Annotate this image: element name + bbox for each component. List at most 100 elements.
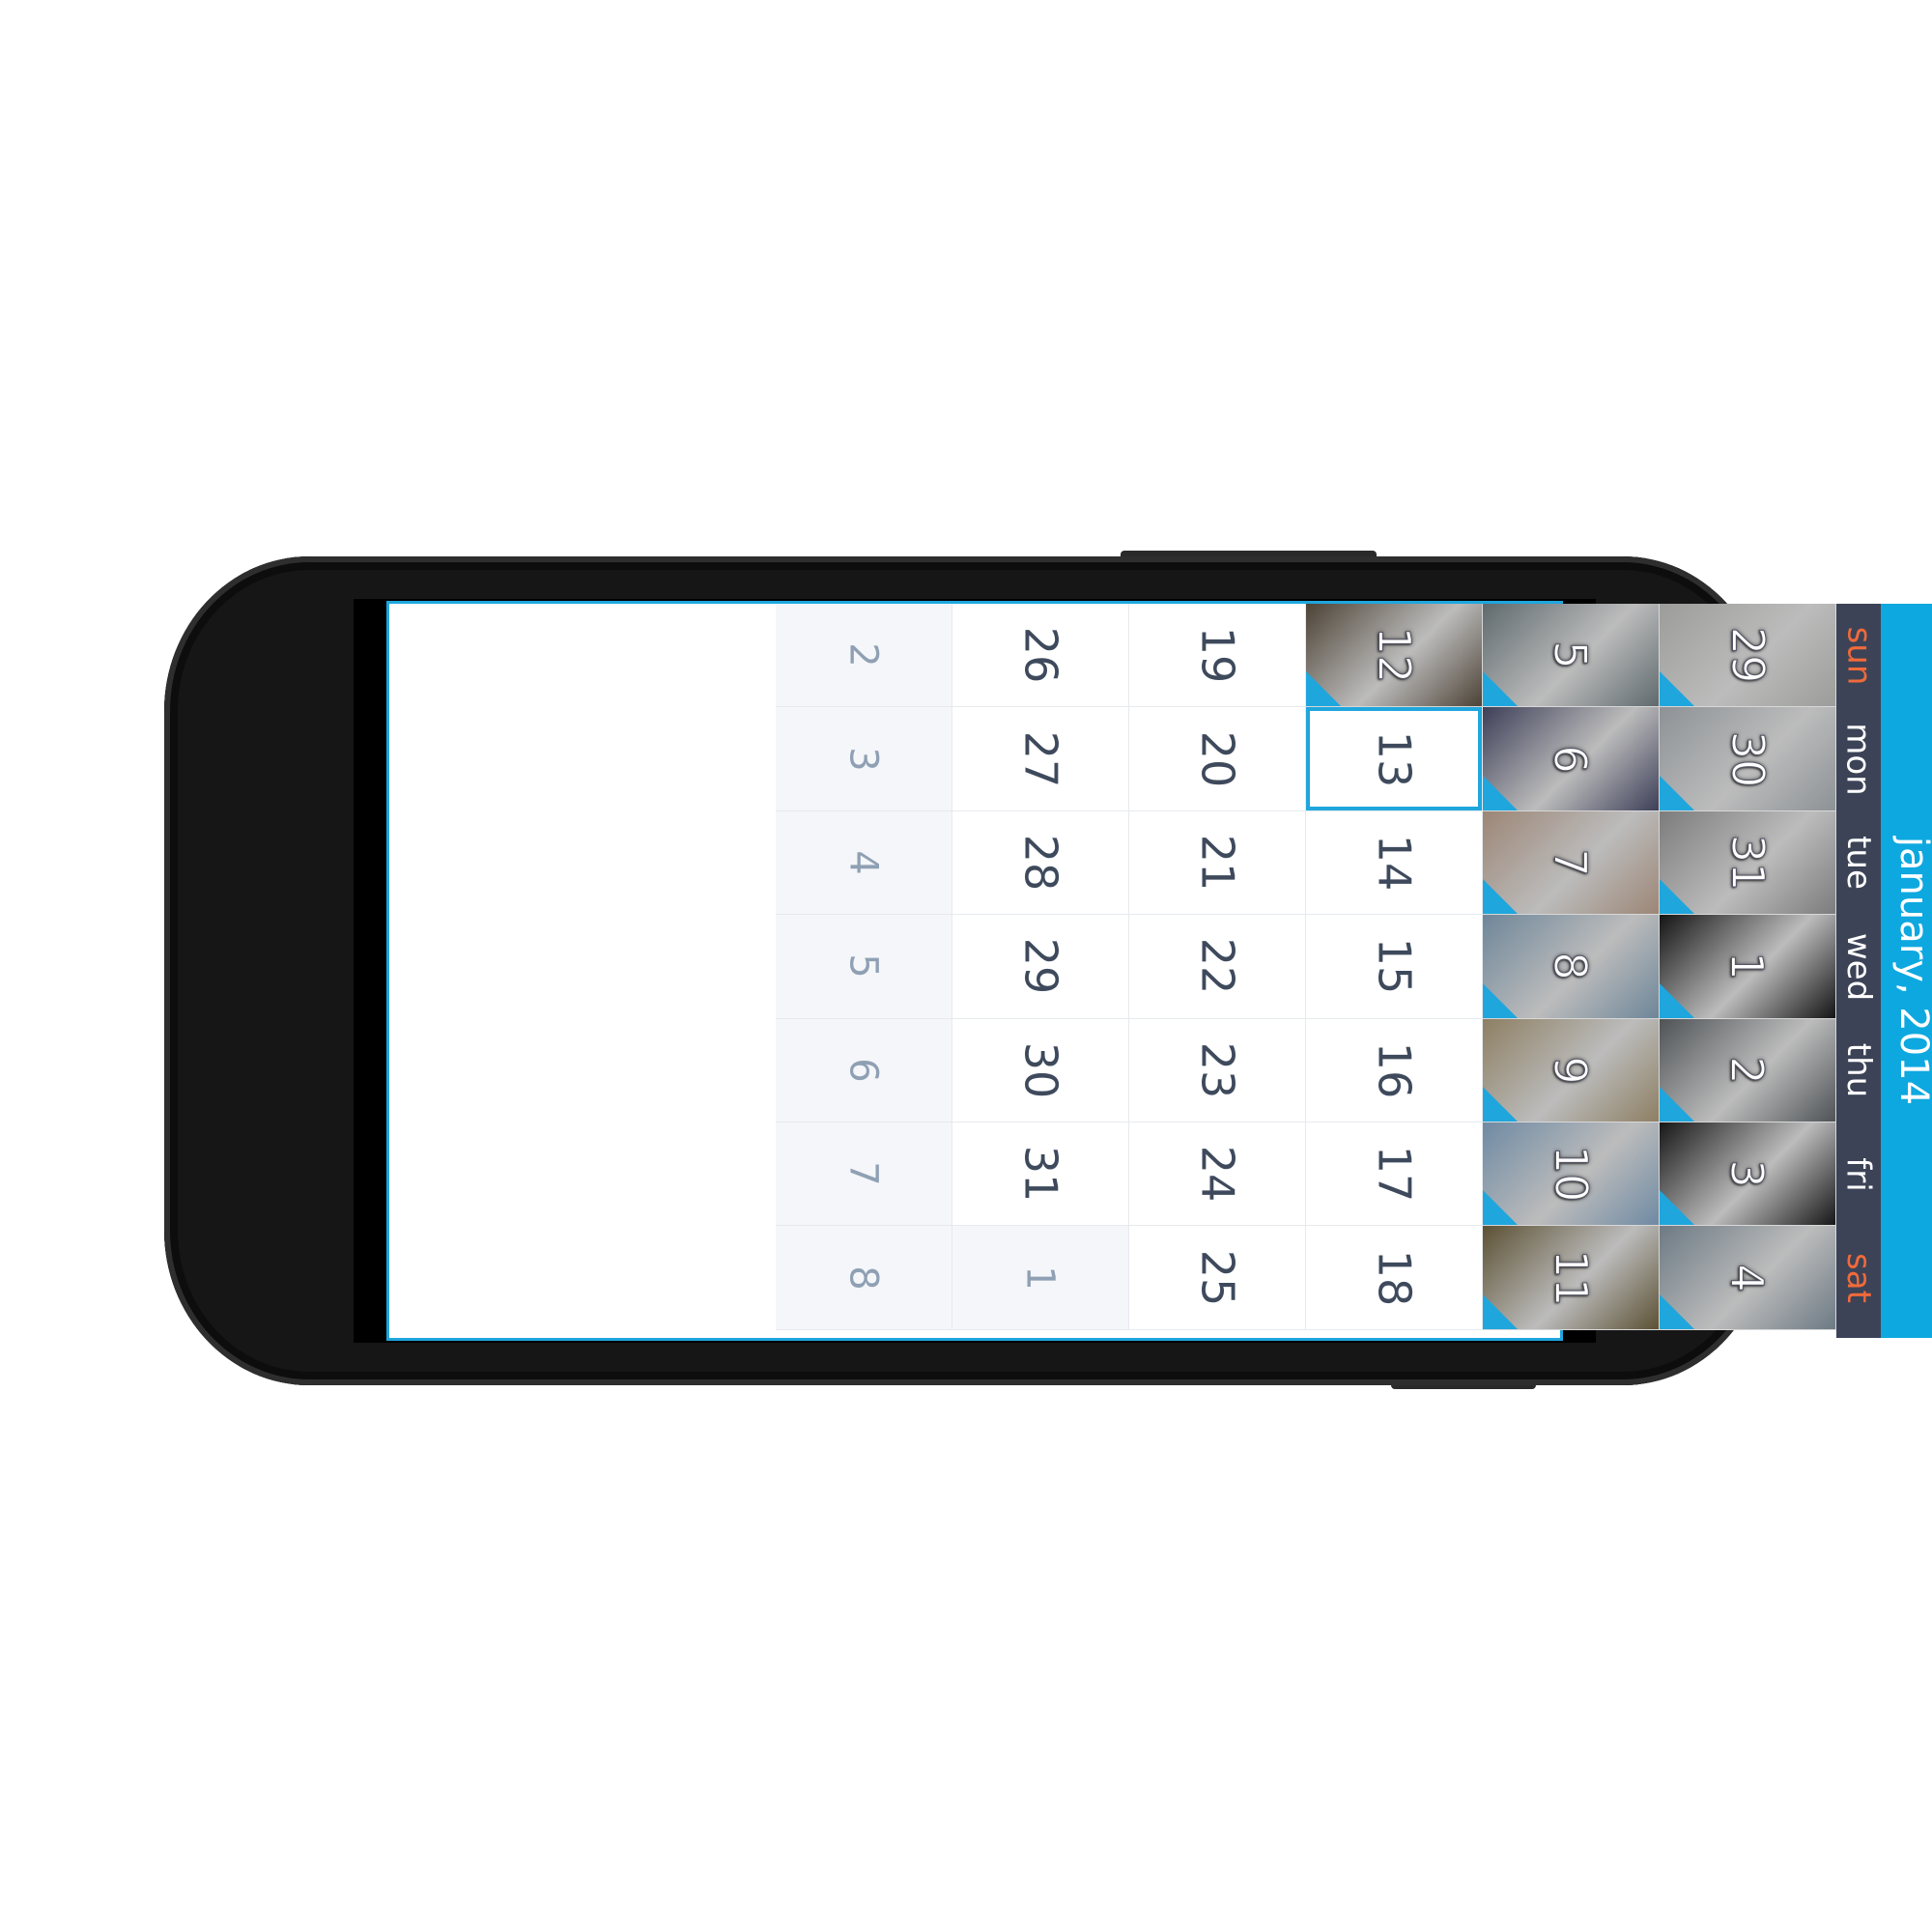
day-number: 7	[840, 1161, 886, 1186]
day-number: 31	[1013, 1145, 1066, 1203]
day-number: 5	[840, 953, 886, 980]
photo-corner-indicator	[1660, 879, 1694, 915]
day-number: 30	[1720, 730, 1774, 788]
day-number: 2	[1721, 1056, 1775, 1085]
other-month-day-cell[interactable]: 1	[952, 1226, 1129, 1330]
photo-corner-indicator	[1660, 1293, 1694, 1329]
photo-day-cell[interactable]: 11	[1483, 1226, 1660, 1330]
day-cell[interactable]: 31	[952, 1122, 1129, 1227]
day-number: 10	[1544, 1145, 1597, 1203]
other-month-day-cell[interactable]: 4	[776, 810, 952, 916]
photo-corner-indicator	[1483, 1086, 1518, 1122]
photo-corner-indicator	[1660, 1190, 1694, 1226]
photo-corner-indicator	[1483, 775, 1518, 810]
day-number: 8	[1545, 952, 1598, 981]
photo-corner-indicator	[1483, 879, 1518, 915]
day-number: 28	[1013, 834, 1066, 892]
day-number: 3	[1721, 1159, 1775, 1188]
day-number: 21	[1190, 834, 1243, 892]
photo-day-cell[interactable]: 12	[1306, 604, 1483, 708]
photo-corner-indicator	[1483, 1190, 1518, 1226]
day-number: 12	[1367, 626, 1420, 684]
day-number: 24	[1190, 1145, 1243, 1203]
day-cell[interactable]: 27	[952, 707, 1129, 811]
weekday-text: thu	[1839, 1043, 1878, 1098]
day-number: 5	[1545, 640, 1598, 669]
photo-corner-indicator	[1660, 775, 1694, 810]
day-cell[interactable]: 22	[1129, 915, 1306, 1019]
day-cell[interactable]: 26	[952, 604, 1129, 708]
day-number: 17	[1367, 1145, 1420, 1203]
month-title: january, 2014	[1891, 836, 1932, 1106]
photo-day-cell[interactable]: 4	[1660, 1226, 1836, 1330]
day-number: 8	[840, 1264, 886, 1291]
day-number: 15	[1367, 938, 1420, 995]
day-cell[interactable]: 14	[1306, 810, 1483, 916]
day-cell[interactable]: 21	[1129, 810, 1306, 916]
photo-day-cell[interactable]: 29	[1660, 604, 1836, 708]
weekday-label-sun: sun	[1836, 604, 1881, 707]
weekday-text: mon	[1839, 723, 1879, 796]
day-cell[interactable]: 23	[1129, 1018, 1306, 1122]
day-cell[interactable]: 16	[1306, 1018, 1483, 1122]
month-title-bar: january, 2014	[1881, 604, 1932, 1338]
day-number: 1	[1017, 1264, 1063, 1291]
photo-day-cell[interactable]: 9	[1483, 1018, 1660, 1122]
day-cell[interactable]: 28	[952, 810, 1129, 916]
photo-corner-indicator	[1483, 982, 1518, 1018]
day-number: 14	[1367, 834, 1420, 892]
calendar-app: 29 30 31 1 2 3 4 5 6 7 8 9 10 11 12 13 14 15 16 17 18 19 20 21 2…	[386, 601, 1932, 1341]
day-cell[interactable]: 24	[1129, 1122, 1306, 1227]
photo-corner-indicator	[1660, 1086, 1694, 1122]
day-cell[interactable]: 17	[1306, 1122, 1483, 1227]
day-cell[interactable]: 18	[1306, 1226, 1483, 1330]
day-cell[interactable]: 15	[1306, 915, 1483, 1019]
photo-day-cell[interactable]: 7	[1483, 810, 1660, 916]
day-number: 11	[1544, 1249, 1597, 1307]
weekday-label-wed: wed	[1836, 915, 1881, 1018]
other-month-day-cell[interactable]: 7	[776, 1122, 952, 1227]
day-cell[interactable]: 25	[1129, 1226, 1306, 1330]
day-number: 22	[1190, 938, 1243, 995]
other-month-day-cell[interactable]: 3	[776, 707, 952, 811]
day-number: 3	[840, 746, 886, 772]
day-number: 27	[1013, 730, 1066, 787]
photo-day-cell[interactable]: 8	[1483, 915, 1660, 1019]
day-cell[interactable]: 20	[1129, 707, 1306, 811]
day-cell[interactable]: 29	[952, 915, 1129, 1019]
photo-corner-indicator	[1306, 671, 1341, 707]
day-number: 20	[1190, 730, 1243, 787]
other-month-day-cell[interactable]: 5	[776, 915, 952, 1019]
photo-day-cell[interactable]: 30	[1660, 707, 1836, 811]
day-cell[interactable]: 30	[952, 1018, 1129, 1122]
photo-day-cell[interactable]: 2	[1660, 1018, 1836, 1122]
photo-day-cell[interactable]: 1	[1660, 915, 1836, 1019]
day-number: 25	[1190, 1249, 1243, 1306]
weekday-bar: sun mon tue wed thu fri sat	[1836, 604, 1881, 1338]
day-number: 19	[1190, 626, 1243, 684]
photo-corner-indicator	[1660, 982, 1694, 1018]
weekday-label-sat: sat	[1836, 1226, 1881, 1329]
selected-day-cell[interactable]: 13	[1306, 707, 1483, 811]
day-number: 6	[1545, 744, 1598, 774]
day-number: 30	[1013, 1041, 1066, 1099]
photo-corner-indicator	[1483, 1293, 1518, 1329]
other-month-day-cell[interactable]: 2	[776, 604, 952, 708]
weekday-text: sat	[1839, 1253, 1879, 1304]
photo-day-cell[interactable]: 10	[1483, 1122, 1660, 1227]
other-month-day-cell[interactable]: 6	[776, 1018, 952, 1122]
other-month-day-cell[interactable]: 8	[776, 1226, 952, 1330]
weekday-label-fri: fri	[1836, 1122, 1881, 1226]
day-number: 26	[1013, 626, 1066, 684]
weekday-text: fri	[1839, 1156, 1878, 1192]
day-number: 29	[1720, 626, 1774, 684]
photo-day-cell[interactable]: 3	[1660, 1122, 1836, 1227]
weekday-text: sun	[1839, 626, 1878, 686]
photo-day-cell[interactable]: 5	[1483, 604, 1660, 708]
weekday-text: tue	[1839, 836, 1878, 891]
photo-corner-indicator	[1660, 671, 1694, 707]
day-cell[interactable]: 19	[1129, 604, 1306, 708]
day-number: 29	[1013, 938, 1066, 995]
photo-day-cell[interactable]: 6	[1483, 707, 1660, 811]
photo-day-cell[interactable]: 31	[1660, 810, 1836, 916]
